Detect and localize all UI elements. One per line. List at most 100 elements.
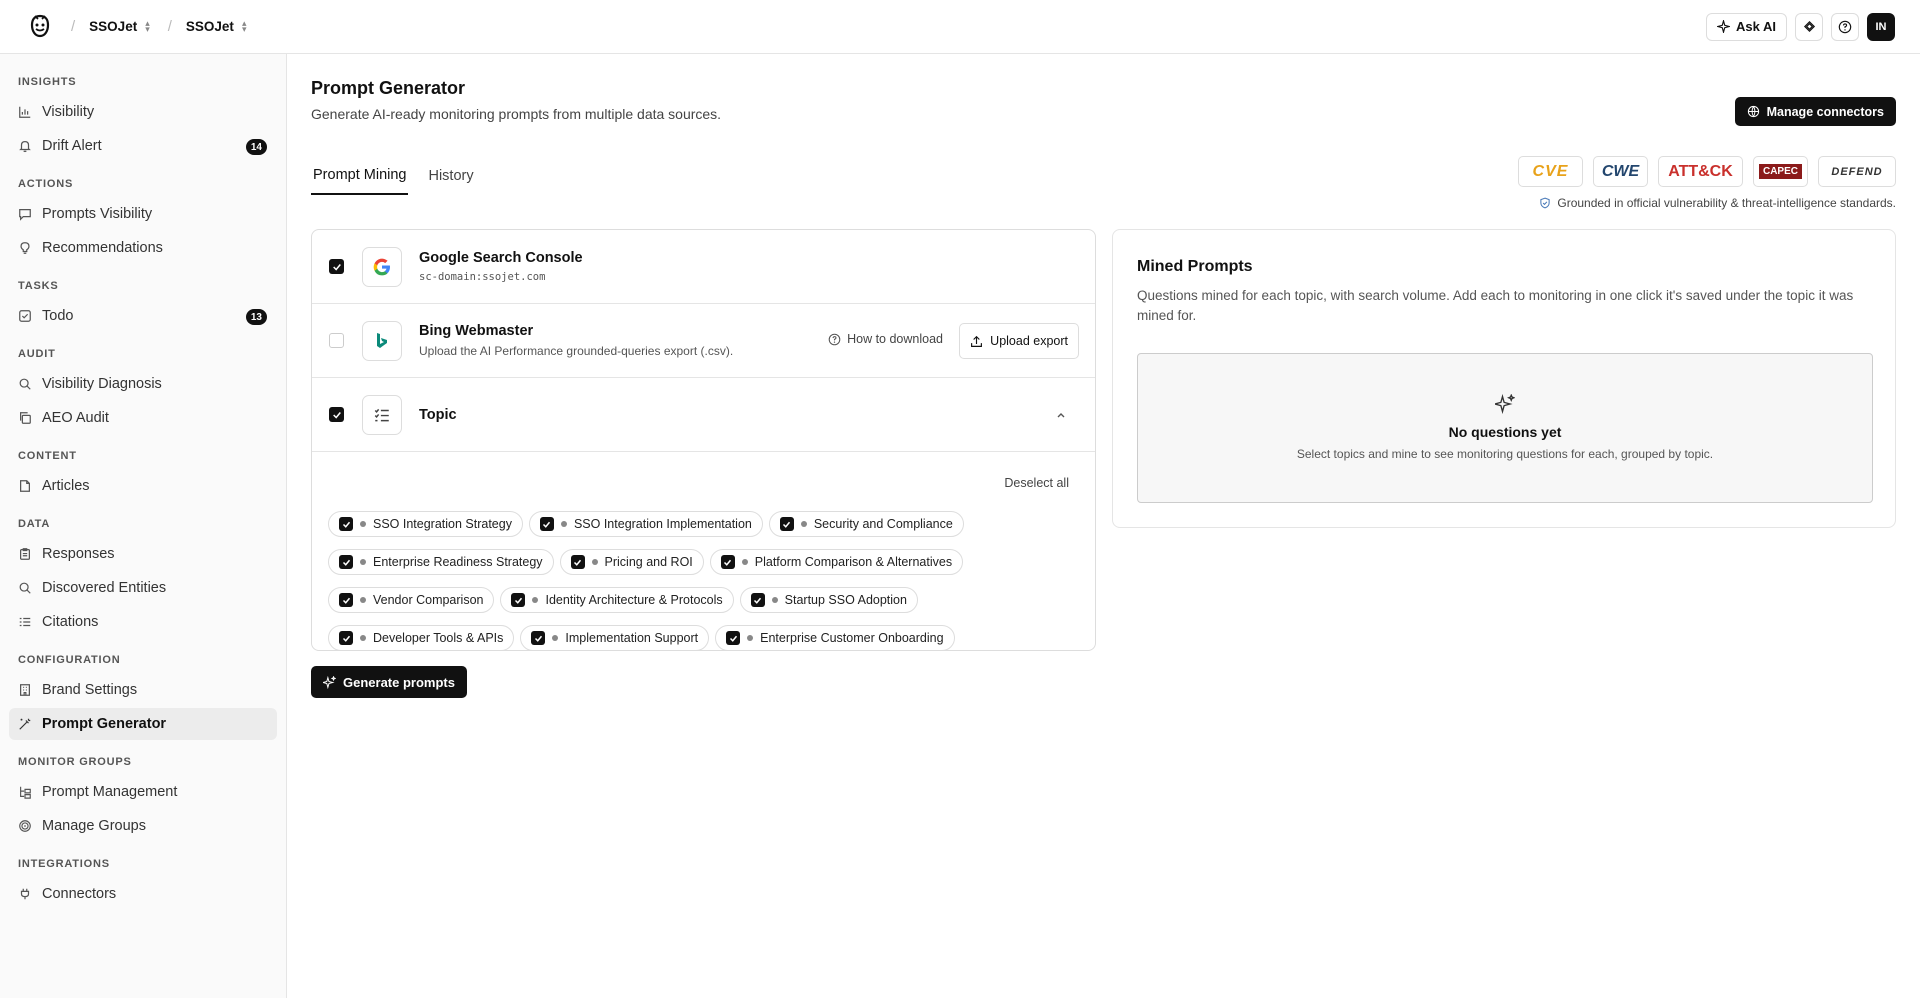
sidebar: INSIGHTS Visibility Drift Alert 14 ACTIO… <box>0 54 287 998</box>
topic-source-checkbox[interactable] <box>329 407 344 422</box>
topic-chip[interactable]: Security and Compliance <box>768 511 964 537</box>
topic-checkbox[interactable] <box>339 555 353 569</box>
user-avatar[interactable]: IN <box>1867 12 1895 41</box>
topic-checkbox[interactable] <box>539 517 554 531</box>
topic-checkbox[interactable] <box>339 517 353 531</box>
sidebar-item-drift-alert[interactable]: Drift Alert 14 <box>9 130 277 162</box>
ask-ai-button[interactable]: Ask AI <box>1706 12 1787 41</box>
google-source-name: Google Search Console <box>419 250 583 266</box>
sidebar-item-prompt-management[interactable]: Prompt Management <box>9 776 277 808</box>
sidebar-item-label: Brand Settings <box>42 682 138 698</box>
bar-chart-icon <box>19 106 31 118</box>
top-bar: / SSOJet ▴ ▾ / SSOJet ▴ ▾ Ask AI IN <box>0 0 1920 54</box>
topic-label: Enterprise Readiness Strategy <box>373 555 543 569</box>
list-icon <box>19 617 31 627</box>
sidebar-item-citations[interactable]: Citations <box>9 606 277 638</box>
topic-chip[interactable]: SSO Integration Strategy <box>328 511 523 537</box>
check-icon <box>514 597 523 604</box>
topic-checkbox[interactable] <box>511 593 526 607</box>
how-to-download-link[interactable]: How to download <box>828 332 943 346</box>
sidebar-item-todo[interactable]: Todo 13 <box>9 300 277 332</box>
topic-checkbox[interactable] <box>726 631 741 645</box>
check-icon <box>574 559 582 566</box>
sidebar-item-discovered-entities[interactable]: Discovered Entities <box>9 572 277 604</box>
topic-dot <box>771 597 778 603</box>
topic-checkbox[interactable] <box>531 631 546 645</box>
sidebar-item-connectors[interactable]: Connectors <box>9 878 277 910</box>
help-button[interactable] <box>1831 12 1859 41</box>
topic-chip[interactable]: Identity Architecture & Protocols <box>500 587 734 613</box>
sidebar-item-label: Visibility Diagnosis <box>42 376 162 392</box>
google-logo-icon <box>362 246 402 287</box>
sidebar-item-label: Prompts Visibility <box>42 206 153 222</box>
sidebar-item-label: Articles <box>42 478 90 494</box>
check-icon <box>729 635 737 642</box>
cwe-logo: CWE <box>1593 156 1648 187</box>
topic-chip[interactable]: Pricing and ROI <box>559 549 704 575</box>
sidebar-item-manage-groups[interactable]: Manage Groups <box>9 810 277 842</box>
generate-prompts-label: Generate prompts <box>343 674 455 690</box>
tab-prompt-mining[interactable]: Prompt Mining <box>311 157 409 195</box>
sparkles-icon <box>1717 20 1731 33</box>
bing-source-desc: Upload the AI Performance grounded-queri… <box>419 344 734 358</box>
topic-chip[interactable]: Enterprise Customer Onboarding <box>715 625 955 651</box>
sidebar-item-label: Manage Groups <box>42 818 146 834</box>
topic-checkbox[interactable] <box>720 555 735 569</box>
tab-history[interactable]: History <box>426 157 475 195</box>
sparkles-icon <box>323 675 336 689</box>
upload-icon <box>971 335 983 347</box>
topic-checkbox[interactable] <box>339 631 353 645</box>
topic-checkbox[interactable] <box>339 593 353 607</box>
generate-prompts-button[interactable]: Generate prompts <box>311 666 467 698</box>
count-badge: 14 <box>245 139 267 155</box>
breadcrumb-project-selector[interactable]: SSOJet ▴ ▾ <box>186 19 247 34</box>
topic-checkbox[interactable] <box>779 517 794 531</box>
breadcrumb-org-selector[interactable]: SSOJet ▴ ▾ <box>89 19 150 34</box>
topic-checkbox[interactable] <box>570 555 585 569</box>
topic-chip[interactable]: SSO Integration Implementation <box>528 511 763 537</box>
topic-dot <box>800 521 807 527</box>
check-icon <box>543 521 551 528</box>
sidebar-section-monitor-groups: MONITOR GROUPS <box>18 756 132 768</box>
breadcrumb-separator: / <box>71 18 76 35</box>
app-logo-icon[interactable] <box>27 13 53 41</box>
clipboard-icon <box>20 548 30 560</box>
topic-chip[interactable]: Implementation Support <box>520 625 710 651</box>
sidebar-section-configuration: CONFIGURATION <box>18 654 121 666</box>
message-square-icon <box>19 209 31 221</box>
sidebar-section-data: DATA <box>18 518 51 530</box>
chevron-up-icon[interactable] <box>1055 408 1067 424</box>
how-to-download-label: How to download <box>847 332 943 346</box>
sidebar-item-brand-settings[interactable]: Brand Settings <box>9 674 277 706</box>
topic-checkbox[interactable] <box>750 593 765 607</box>
check-icon <box>783 521 791 528</box>
sidebar-section-audit: AUDIT <box>18 348 56 360</box>
sidebar-item-visibility-diagnosis[interactable]: Visibility Diagnosis <box>9 368 277 400</box>
sidebar-item-articles[interactable]: Articles <box>9 470 277 502</box>
manage-connectors-button[interactable]: Manage connectors <box>1734 97 1896 126</box>
topic-chip[interactable]: Platform Comparison & Alternatives <box>709 549 964 575</box>
topic-dot <box>532 597 539 603</box>
bing-source-checkbox[interactable] <box>329 333 344 348</box>
deselect-all-button[interactable]: Deselect all <box>1004 476 1069 490</box>
google-source-checkbox[interactable] <box>329 259 344 274</box>
sidebar-section-actions: ACTIONS <box>18 178 74 190</box>
topic-chip[interactable]: Enterprise Readiness Strategy <box>328 549 554 575</box>
sidebar-item-prompts-visibility[interactable]: Prompts Visibility <box>9 198 277 230</box>
topic-chip[interactable]: Vendor Comparison <box>328 587 495 613</box>
check-icon <box>332 411 341 419</box>
sidebar-item-responses[interactable]: Responses <box>9 538 277 570</box>
sidebar-item-aeo-audit[interactable]: AEO Audit <box>9 402 277 434</box>
google-source-domain: sc-domain:ssojet.com <box>419 271 546 283</box>
sidebar-item-recommendations[interactable]: Recommendations <box>9 232 277 264</box>
topic-chip[interactable]: Startup SSO Adoption <box>739 587 918 613</box>
brain-button[interactable] <box>1795 12 1823 41</box>
mined-prompts-card: Mined Prompts Questions mined for each t… <box>1112 229 1896 528</box>
topic-chip[interactable]: Developer Tools & APIs <box>328 625 515 651</box>
lightbulb-icon <box>20 242 30 254</box>
sidebar-item-prompt-generator[interactable]: Prompt Generator <box>9 708 277 740</box>
sidebar-item-visibility[interactable]: Visibility <box>9 96 277 128</box>
check-icon <box>342 559 350 566</box>
upload-export-button[interactable]: Upload export <box>959 323 1079 359</box>
sidebar-item-label: Prompt Generator <box>42 716 167 732</box>
